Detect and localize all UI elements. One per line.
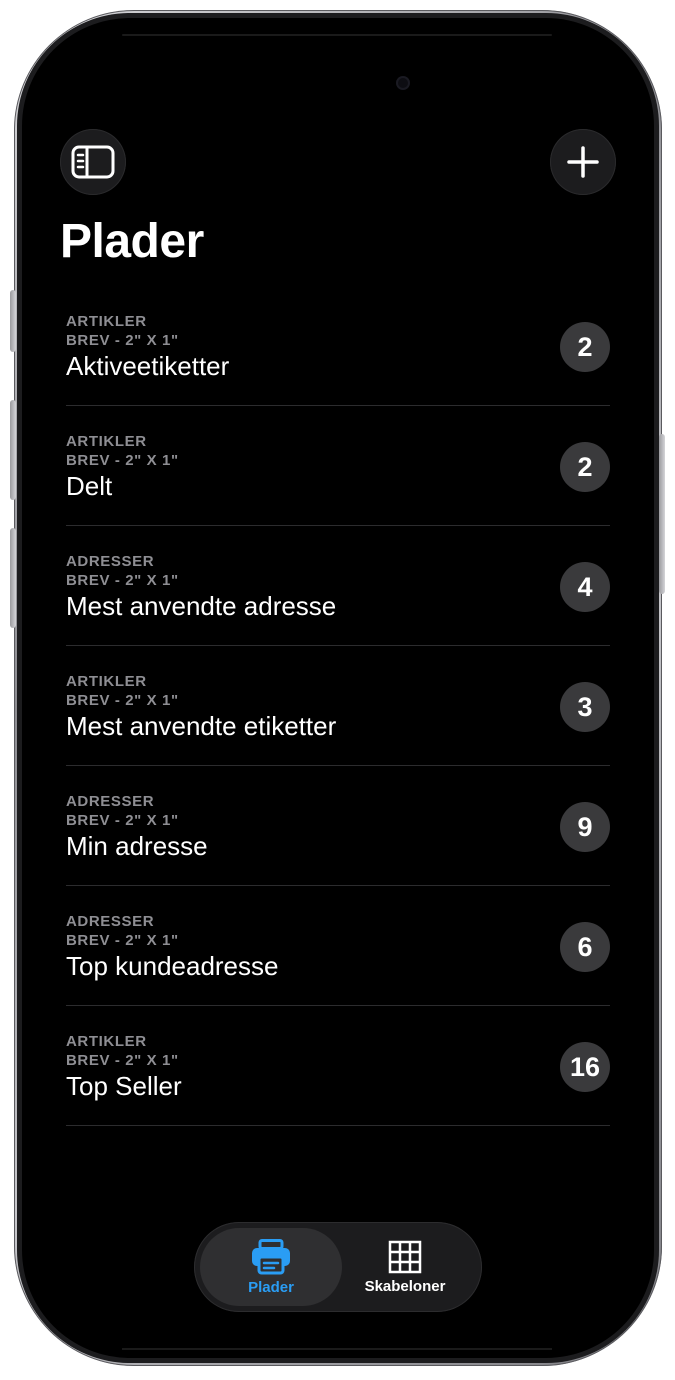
sheet-format: BREV - 2" X 1" (66, 812, 179, 829)
count-badge: 2 (560, 442, 610, 492)
count-badge: 6 (560, 922, 610, 972)
list-item[interactable]: ARTIKLER BREV - 2" X 1" Aktiveetiketter … (66, 286, 610, 406)
sidebar-toggle-button[interactable] (60, 129, 126, 195)
volume-down-button (10, 528, 16, 628)
action-button (10, 290, 16, 352)
sheet-name: Mest anvendte adresse (66, 591, 337, 621)
grid-icon (388, 1240, 422, 1273)
count-badge: 3 (560, 682, 610, 732)
sheet-category: ADRESSER (66, 793, 155, 810)
list-item[interactable]: ARTIKLER BREV - 2" X 1" Mest anvendte et… (66, 646, 610, 766)
list-item[interactable]: ARTIKLER BREV - 2" X 1" Delt 2 (66, 406, 610, 526)
sheet-name: Mest anvendte etiketter (66, 711, 337, 741)
tab-plader[interactable]: Plader (200, 1228, 342, 1306)
list-item[interactable]: ADRESSER BREV - 2" X 1" Top kundeadresse… (66, 886, 610, 1006)
list-item[interactable]: ARTIKLER BREV - 2" X 1" Top Seller 16 (66, 1006, 610, 1126)
sheet-name: Aktiveetiketter (66, 351, 230, 381)
screen: Plader ARTIKLER BREV - 2" X 1" Aktiveeti… (22, 18, 654, 1358)
count-badge: 4 (560, 562, 610, 612)
sheets-list: ARTIKLER BREV - 2" X 1" Aktiveetiketter … (66, 286, 610, 1126)
list-item[interactable]: ADRESSER BREV - 2" X 1" Mest anvendte ad… (66, 526, 610, 646)
printer-icon (252, 1238, 290, 1274)
page-title: Plader (60, 215, 204, 268)
tab-label: Plader (248, 1278, 294, 1296)
sheet-category: ADRESSER (66, 553, 155, 570)
power-button (659, 434, 665, 594)
sheet-category: ARTIKLER (66, 433, 147, 450)
plus-icon (567, 146, 599, 178)
list-item[interactable]: ADRESSER BREV - 2" X 1" Min adresse 9 (66, 766, 610, 886)
sheet-category: ADRESSER (66, 913, 155, 930)
tab-skabeloner[interactable]: Skabeloner (334, 1228, 476, 1306)
tab-bar: Plader Skabeloner (194, 1222, 482, 1312)
sheet-format: BREV - 2" X 1" (66, 572, 179, 589)
sheet-category: ARTIKLER (66, 673, 147, 690)
count-badge: 9 (560, 802, 610, 852)
sheet-name: Min adresse (66, 831, 208, 861)
sheet-format: BREV - 2" X 1" (66, 1052, 179, 1069)
add-sheet-button[interactable] (550, 129, 616, 195)
front-camera (398, 78, 408, 88)
screen-edge (122, 34, 552, 36)
sheet-format: BREV - 2" X 1" (66, 332, 179, 349)
sheet-name: Delt (66, 471, 113, 501)
sheet-name: Top kundeadresse (66, 951, 279, 981)
screen-bottom-edge (122, 1348, 552, 1350)
sheet-category: ARTIKLER (66, 1033, 147, 1050)
sheet-format: BREV - 2" X 1" (66, 932, 179, 949)
tab-label: Skabeloner (364, 1277, 446, 1295)
sidebar-icon (71, 145, 115, 179)
count-badge: 16 (560, 1042, 610, 1092)
sheet-name: Top Seller (66, 1071, 182, 1101)
count-badge: 2 (560, 322, 610, 372)
sheet-category: ARTIKLER (66, 313, 147, 330)
volume-up-button (10, 400, 16, 500)
sheet-format: BREV - 2" X 1" (66, 452, 179, 469)
sheet-format: BREV - 2" X 1" (66, 692, 179, 709)
